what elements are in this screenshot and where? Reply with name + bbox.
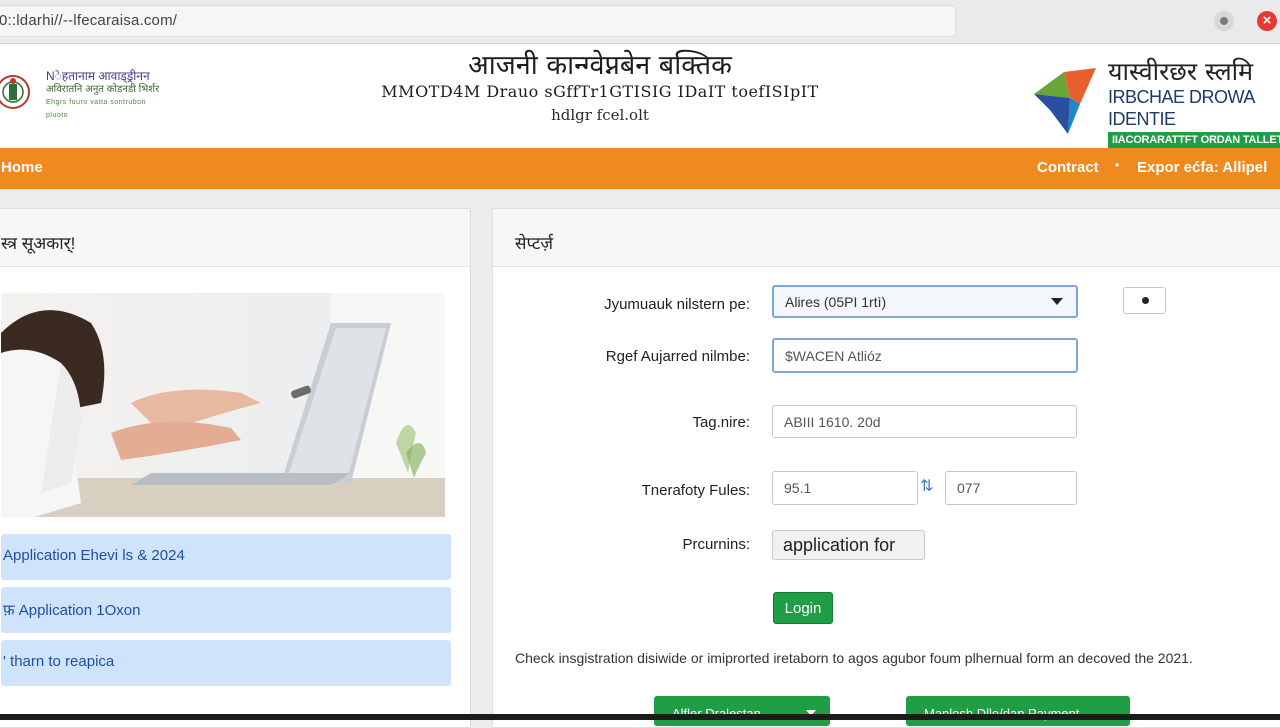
sidebar-link-application[interactable]: Application Ehevi ls & 2024 bbox=[1, 534, 451, 580]
reference-label: Rgef Aujarred nilmbe: bbox=[605, 348, 750, 365]
settings-icon[interactable] bbox=[1214, 11, 1234, 31]
fules-input-1[interactable]: 95.1 bbox=[772, 471, 918, 505]
select-label: Jyumuauk nilstern pe: bbox=[604, 296, 750, 313]
sidebar-link-return[interactable]: ' tharn to reapica bbox=[1, 640, 451, 686]
close-icon[interactable]: × bbox=[1257, 11, 1277, 31]
brand-tagline: IIACORARATTFT ORDAN TALLET bbox=[1108, 132, 1280, 148]
login-button[interactable]: Login bbox=[773, 592, 833, 624]
sidebar-link-application-10[interactable]: फ़ Application 1Oxon bbox=[1, 587, 451, 633]
brand-hindi: यास्वीरछर स्लमि bbox=[1108, 57, 1254, 86]
brand-logo-icon bbox=[1034, 68, 1096, 134]
main-nav: Home Contract • Expor ećfa: Allipel bbox=[0, 148, 1280, 189]
title-sub: hdlgr fcel.olt bbox=[551, 106, 649, 124]
option-radio[interactable] bbox=[1123, 287, 1166, 314]
left-logo-text: Nेहतानाम आवाड्ड्रीनन अविरातनि अनुत कोडनड… bbox=[46, 70, 168, 122]
left-logo-line2: अविरातनि अनुत कोडनडी भिर्शर bbox=[46, 84, 160, 95]
right-panel-heading: सेप्टर्ज़ bbox=[493, 209, 1280, 267]
browser-toolbar: 0::ldarhi//--lfecaraisa.com/ × bbox=[0, 0, 1280, 44]
application-chip[interactable]: application for bbox=[772, 530, 925, 560]
left-logo-line3: Ehgrs fouro vatta sontrubon pluoto bbox=[46, 99, 146, 119]
notice-text: Check insgistration disiwide or imiprort… bbox=[515, 650, 1193, 666]
fules-input-2[interactable]: 077 bbox=[945, 471, 1077, 505]
site-title: आजनी कान्ग्वेप्नबेन बक्तिक MMOTD4M Drauo… bbox=[370, 50, 830, 128]
chevron-down-icon bbox=[1051, 298, 1063, 305]
nav-separator: • bbox=[1115, 158, 1120, 172]
nav-home[interactable]: Home bbox=[1, 159, 43, 176]
brand-english: IRBCHAE DROWA IDENTIE bbox=[1108, 87, 1254, 129]
left-panel: स्त्र सूअकार्! Application Ehevi ls & 20… bbox=[0, 208, 471, 728]
tag-label: Tag.nire: bbox=[692, 414, 750, 431]
left-logo-line1: Nेहतानाम आवाड्ड्रीनन bbox=[46, 69, 150, 83]
nav-export[interactable]: Expor ećfa: Allipel bbox=[1137, 159, 1267, 176]
bottom-strip bbox=[0, 714, 1280, 720]
returns-label: Prcurnins: bbox=[682, 536, 750, 553]
type-select[interactable]: Alires (05PI 1rtì) bbox=[772, 285, 1078, 318]
address-bar[interactable]: 0::ldarhi//--lfecaraisa.com/ bbox=[0, 5, 956, 37]
action-button-1[interactable]: Alfler Dralestan bbox=[654, 696, 830, 726]
type-select-value: Alires (05PI 1rtì) bbox=[785, 294, 887, 310]
title-english: MMOTD4M Drauo sGffTr1GTISIG IDaIT toefIS… bbox=[381, 82, 819, 101]
brand-logo-text: यास्वीरछर स्लमि IRBCHAE DROWA IDENTIE II… bbox=[1108, 58, 1280, 148]
title-hindi: आजनी कान्ग्वेप्नबेन बक्तिक bbox=[468, 50, 732, 81]
tag-input[interactable]: ABIII 1610. 20d bbox=[772, 405, 1077, 438]
payment-button[interactable]: Manlosh Dllo/dan Payment bbox=[906, 696, 1130, 726]
left-panel-heading: स्त्र सूअकार्! bbox=[0, 209, 470, 267]
fules-label: Tnerafoty Fules: bbox=[641, 482, 750, 499]
site-header: Nेहतानाम आवाड्ड्रीनन अविरातनि अनुत कोडनड… bbox=[0, 44, 1280, 148]
reference-input[interactable]: $WACEN Atlióz bbox=[772, 338, 1078, 373]
swap-icon[interactable]: ⇅ bbox=[920, 476, 933, 496]
nav-contract[interactable]: Contract bbox=[1037, 159, 1099, 176]
hero-photo bbox=[1, 293, 445, 517]
emblem-icon bbox=[0, 75, 30, 109]
